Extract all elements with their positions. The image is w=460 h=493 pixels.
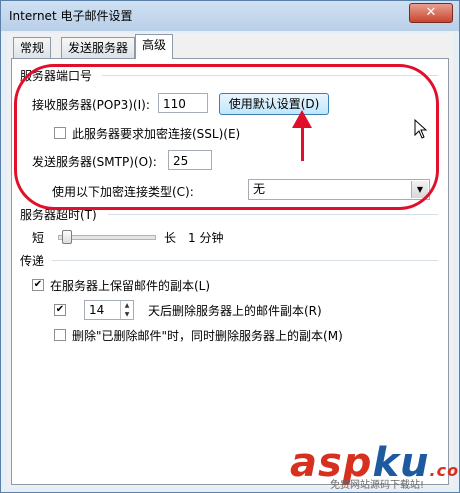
- use-default-button[interactable]: 使用默认设置(D): [219, 93, 329, 115]
- group-divider: [108, 214, 438, 215]
- remove-after-days-value: 14: [89, 303, 105, 317]
- encryption-type-value: 无: [253, 182, 266, 196]
- remove-deleted-label: 删除"已删除邮件"时，同时删除服务器上的副本(M): [72, 329, 343, 343]
- group-divider: [52, 260, 438, 261]
- group-divider: [102, 75, 438, 76]
- timeout-title: 服务器超时(T): [20, 206, 101, 223]
- ssl-label: 此服务器要求加密连接(SSL)(E): [72, 127, 241, 141]
- timeout-slider-track[interactable]: [58, 235, 156, 240]
- encryption-type-select[interactable]: 无 ▼: [248, 179, 430, 200]
- window-title: Internet 电子邮件设置: [9, 9, 133, 23]
- timeout-long-label: 长: [164, 231, 177, 245]
- mouse-cursor-icon: [414, 119, 428, 139]
- timeout-slider-thumb[interactable]: [62, 230, 72, 244]
- watermark-subtitle: 免费网站源码下载站!: [330, 480, 425, 491]
- delivery-title: 传递: [20, 252, 49, 269]
- title-bar: Internet 电子邮件设置 ✕: [1, 1, 459, 31]
- incoming-port-input[interactable]: 110: [158, 93, 208, 113]
- arrow-shaft: [301, 123, 304, 161]
- outgoing-port-input[interactable]: 25: [168, 150, 212, 170]
- remove-after-checkbox[interactable]: ✔: [54, 304, 66, 316]
- encryption-type-label: 使用以下加密连接类型(C):: [52, 185, 194, 199]
- keep-copy-checkbox[interactable]: ✔: [32, 279, 44, 291]
- tab-advanced[interactable]: 高级: [135, 34, 174, 59]
- advanced-panel: 服务器端口号 接收服务器(POP3)(I): 110 使用默认设置(D) 此服务…: [11, 58, 449, 485]
- remove-after-days-spinner[interactable]: 14 ▲ ▼: [84, 300, 134, 320]
- incoming-server-label: 接收服务器(POP3)(I):: [32, 98, 150, 112]
- server-ports-title: 服务器端口号: [20, 67, 97, 84]
- ssl-checkbox[interactable]: [54, 127, 66, 139]
- email-settings-dialog: Internet 电子邮件设置 ✕ 常规 发送服务器 高级 服务器端口号 接收服…: [0, 0, 460, 493]
- remove-deleted-checkbox[interactable]: [54, 329, 66, 341]
- remove-after-label: 天后删除服务器上的邮件副本(R): [148, 304, 322, 318]
- spin-arrows-icon[interactable]: ▲ ▼: [120, 301, 133, 319]
- chevron-down-icon[interactable]: ▼: [411, 181, 428, 198]
- timeout-short-label: 短: [32, 231, 45, 245]
- keep-copy-label: 在服务器上保留邮件的副本(L): [50, 279, 211, 293]
- dialog-client: 常规 发送服务器 高级 服务器端口号 接收服务器(POP3)(I): 110 使…: [7, 33, 453, 487]
- tab-general[interactable]: 常规: [13, 37, 52, 58]
- tab-outgoing-server[interactable]: 发送服务器: [61, 37, 136, 58]
- watermark-brand-c: .com: [429, 461, 460, 480]
- timeout-value: 1 分钟: [188, 231, 224, 245]
- outgoing-server-label: 发送服务器(SMTP)(O):: [32, 155, 157, 169]
- close-button[interactable]: ✕: [409, 3, 453, 23]
